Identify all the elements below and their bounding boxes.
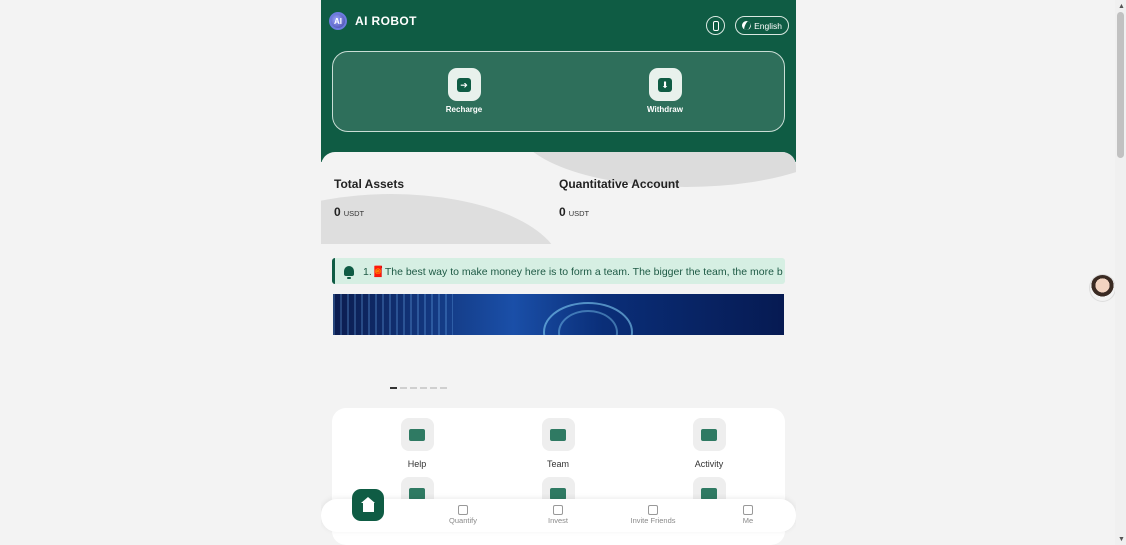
nav-home[interactable] [352,489,384,521]
logo-icon: AI [329,12,347,30]
carousel-dot[interactable] [430,387,437,389]
top-actions: English [706,16,789,35]
withdraw-icon: ⬇ [648,68,682,101]
home-icon [360,496,375,512]
withdraw-button[interactable]: ⬇ Withdraw [630,68,700,114]
icon-glyph [409,487,425,500]
assets-section: Total Assets 0 USDT Quantitative Account … [321,152,796,244]
nav-invest-label: Invest [547,516,568,525]
activity-tool[interactable]: Activity [679,418,739,469]
quantify-icon [458,505,468,515]
team-icon [541,418,575,451]
scrollbar[interactable]: ▲ ▼ [1115,0,1126,545]
help-tool[interactable]: Help [387,418,447,469]
nav-quantify-label: Quantify [449,516,477,525]
nav-invite[interactable]: Invite Friends [618,505,688,525]
gift-icon [692,418,726,451]
banner-grid [333,294,453,335]
nav-invite-label: Invite Friends [630,516,676,525]
icon-glyph [701,487,717,500]
notice-bar[interactable]: 1.🧧The best way to make money here is to… [332,258,785,284]
app-container: AI AI ROBOT English ➔ Recharge ⬇ Withdra… [321,0,796,545]
invite-icon [648,505,658,515]
logo-text: AI [334,16,342,26]
total-assets-value: 0 USDT [334,205,404,219]
carousel-indicators [390,387,447,389]
phone-icon[interactable] [706,16,726,35]
recharge-button[interactable]: ➔ Recharge [429,68,499,114]
scrollbar-thumb[interactable] [1117,12,1124,158]
recharge-label: Recharge [445,105,483,114]
bell-icon [344,266,354,279]
icon-glyph [550,428,566,441]
carousel-dot[interactable] [400,387,407,389]
quant-account-amount: 0 [559,205,566,219]
total-assets-unit: USDT [343,209,365,218]
quant-account-unit: USDT [568,209,590,218]
nav-invest[interactable]: Invest [523,505,593,525]
nav-me[interactable]: Me [713,505,783,525]
carousel-dot[interactable] [390,387,397,389]
nav-quantify[interactable]: Quantify [428,505,498,525]
carousel-dot[interactable] [420,387,427,389]
scroll-up-icon[interactable]: ▲ [1118,3,1125,10]
scroll-down-icon[interactable]: ▼ [1118,536,1125,543]
quant-account: Quantitative Account 0 USDT [559,177,679,219]
total-assets: Total Assets 0 USDT [334,177,404,219]
brand: AI AI ROBOT [329,12,417,30]
total-assets-amount: 0 [334,205,341,219]
quant-account-title: Quantitative Account [559,177,680,191]
activity-label: Activity [694,459,724,469]
recharge-icon: ➔ [447,68,481,101]
page: AI AI ROBOT English ➔ Recharge ⬇ Withdra… [0,0,1126,545]
total-assets-title: Total Assets [334,177,405,191]
notice-text: 1.🧧The best way to make money here is to… [363,265,783,278]
team-label: Team [546,459,569,469]
globe-icon [742,21,752,30]
support-avatar[interactable] [1089,274,1116,302]
banner-image[interactable] [333,294,784,335]
brand-title: AI ROBOT [355,14,417,28]
me-icon [743,505,753,515]
language-button[interactable]: English [735,16,789,35]
icon-glyph [409,428,425,441]
language-label: English [754,20,782,31]
phone-shape [712,20,719,31]
quick-actions-card: ➔ Recharge ⬇ Withdraw [332,51,785,132]
team-tool[interactable]: Team [528,418,588,469]
bottom-nav: Quantify Invest Invite Friends Me [321,489,796,532]
icon-glyph [550,487,566,500]
quant-account-value: 0 USDT [559,205,679,219]
carousel-dot[interactable] [410,387,417,389]
withdraw-label: Withdraw [647,105,683,114]
help-label: Help [407,459,427,469]
icon-glyph [701,428,717,441]
book-icon [400,418,434,451]
invest-icon [553,505,563,515]
nav-me-label: Me [742,516,754,525]
hero-header: AI AI ROBOT English ➔ Recharge ⬇ Withdra… [321,0,796,162]
carousel-dot[interactable] [440,387,447,389]
